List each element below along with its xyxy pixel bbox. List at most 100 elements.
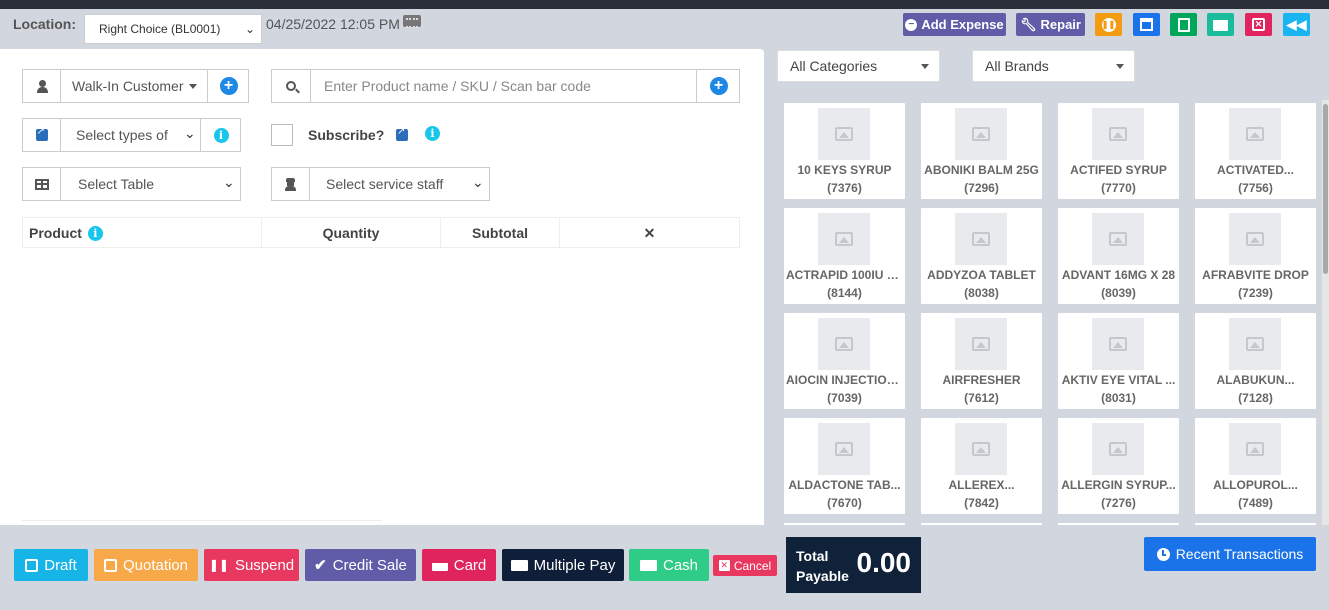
image-placeholder-icon (818, 423, 870, 475)
info-icon[interactable]: i (87, 225, 103, 241)
types-of-service-select[interactable]: Select types of (76, 119, 168, 151)
product-card[interactable]: ADVANT 16MG X 28 (8039) (1058, 208, 1179, 304)
product-card[interactable]: AFRABVITE DROP (7239) (1195, 208, 1316, 304)
go-back-button[interactable]: ◀◀ (1283, 13, 1310, 36)
credit-sale-button[interactable]: ✔ Credit Sale (305, 549, 416, 581)
customer-select-value: Walk-In Customer (72, 78, 184, 94)
multiple-pay-button[interactable]: Multiple Pay (502, 549, 624, 581)
category-filter[interactable]: All Categories (777, 50, 940, 82)
repair-label: Repair (1040, 17, 1081, 32)
product-code: (8031) (1101, 391, 1136, 405)
image-placeholder-icon (955, 213, 1007, 265)
caret-down-icon (921, 64, 929, 69)
info-icon[interactable]: i (425, 126, 440, 141)
product-name: AIRFRESHER (942, 373, 1021, 387)
product-search-field[interactable]: Enter Product name / SKU / Scan bar code… (271, 69, 740, 103)
current-datetime: 04/25/2022 12:05 PM (266, 16, 400, 32)
image-placeholder-icon (818, 108, 870, 160)
calculator-window-button[interactable] (1133, 13, 1160, 36)
product-name: ALLOPUROL... (1213, 478, 1298, 492)
subscribe-checkbox[interactable] (271, 124, 293, 146)
product-card[interactable]: AKTIV EYE VITAL ... (8031) (1058, 313, 1179, 409)
suspend-button[interactable]: ❚❚ Suspend (204, 549, 299, 581)
repair-button[interactable]: 🔧︎ Repair (1016, 13, 1085, 36)
product-code: (7239) (1238, 286, 1273, 300)
location-select[interactable]: Right Choice (BL0001) ⌄ (84, 14, 262, 44)
money-bill-icon (639, 559, 657, 571)
product-code: (7756) (1238, 181, 1273, 195)
draft-button[interactable]: Draft (14, 549, 88, 581)
select-table-field[interactable]: Select Table ⌄ (22, 167, 241, 201)
table-icon (23, 168, 61, 200)
close-register-button[interactable]: ✕ (1245, 13, 1272, 36)
quotation-label: Quotation (122, 556, 189, 574)
card-button[interactable]: Card (422, 549, 496, 581)
keyboard-icon[interactable] (403, 15, 421, 28)
product-card[interactable]: ALABUKUN... (7128) (1195, 313, 1316, 409)
add-expense-button[interactable]: − Add Expense (903, 13, 1006, 36)
external-link-icon[interactable] (396, 126, 408, 144)
types-of-service-field[interactable]: Select types of ⌄ i (22, 118, 241, 152)
customer-field[interactable]: Walk-In Customer + (22, 69, 249, 103)
brand-filter[interactable]: All Brands (972, 50, 1135, 82)
product-name: ALABUKUN... (1216, 373, 1295, 387)
product-card[interactable]: AIOCIN INJECTION... (7039) (784, 313, 905, 409)
multiple-pay-label: Multiple Pay (533, 556, 616, 574)
product-card[interactable]: 10 KEYS SYRUP (7376) (784, 103, 905, 199)
product-code: (7770) (1101, 181, 1136, 195)
product-code: (8038) (964, 286, 999, 300)
product-name: ADVANT 16MG X 28 (1061, 268, 1176, 282)
product-card[interactable]: AIRFRESHER (7612) (921, 313, 1042, 409)
service-staff-select[interactable]: Select service staff (326, 168, 443, 200)
product-name: AFRABVITE DROP (1202, 268, 1309, 282)
product-card[interactable]: ALLOPUROL... (7489) (1195, 418, 1316, 514)
image-placeholder-icon (1229, 108, 1281, 160)
briefcase-button[interactable] (1207, 13, 1234, 36)
chevron-down-icon: ⌄ (184, 125, 196, 141)
service-staff-field[interactable]: Select service staff ⌄ (271, 167, 490, 201)
product-search-input[interactable]: Enter Product name / SKU / Scan bar code (324, 70, 591, 102)
select-table-select[interactable]: Select Table (78, 168, 154, 200)
product-card[interactable]: ADDYZOA TABLET (8038) (921, 208, 1042, 304)
product-code: (7842) (964, 496, 999, 510)
image-placeholder-icon (955, 423, 1007, 475)
wrench-icon: 🔧︎ (1020, 16, 1037, 32)
info-icon: i (213, 127, 229, 143)
top-dark-bar (0, 0, 1329, 9)
product-code: (7376) (827, 181, 862, 195)
credit-card-icon (431, 559, 448, 571)
column-product: Product i (23, 218, 262, 248)
product-code: (8039) (1101, 286, 1136, 300)
image-placeholder-icon (955, 318, 1007, 370)
product-code: (7612) (964, 391, 999, 405)
product-card[interactable]: ACTRAPID 100IU X... (8144) (784, 208, 905, 304)
product-card[interactable]: ACTIFED SYRUP (7770) (1058, 103, 1179, 199)
cash-button[interactable]: Cash (629, 549, 709, 581)
recent-transactions-button[interactable]: Recent Transactions (1144, 537, 1316, 571)
cancel-button[interactable]: ✕ Cancel (713, 555, 777, 576)
product-grid-scrollbar[interactable] (1322, 100, 1329, 525)
product-card[interactable]: ALDACTONE TAB... (7670) (784, 418, 905, 514)
product-name: ACTIFED SYRUP (1070, 163, 1167, 177)
types-info-button[interactable]: i (200, 119, 241, 151)
close-icon: ✕ (718, 560, 730, 571)
scrollbar-thumb[interactable] (1323, 104, 1328, 274)
fast-backward-icon: ◀◀ (1286, 16, 1307, 32)
product-card[interactable]: ABONIKI BALM 25G (7296) (921, 103, 1042, 199)
user-icon (23, 70, 61, 102)
product-card[interactable]: ALLERGIN SYRUP... (7276) (1058, 418, 1179, 514)
add-customer-button[interactable]: + (207, 70, 249, 102)
credit-sale-label: Credit Sale (332, 556, 407, 574)
product-card[interactable]: ALLEREX... (7842) (921, 418, 1042, 514)
image-placeholder-icon (1092, 108, 1144, 160)
plus-circle-icon: + (709, 77, 728, 95)
quotation-button[interactable]: Quotation (94, 549, 198, 581)
recent-transactions-label: Recent Transactions (1175, 546, 1304, 562)
subscribe-label: Subscribe? (308, 127, 385, 143)
pause-icon: ❚❚ (208, 558, 229, 572)
pause-button[interactable]: ❚❚ (1095, 13, 1122, 36)
add-product-button[interactable]: + (696, 70, 740, 102)
card-label: Card (453, 556, 487, 574)
calculator-button[interactable] (1170, 13, 1197, 36)
product-card[interactable]: ACTIVATED... (7756) (1195, 103, 1316, 199)
